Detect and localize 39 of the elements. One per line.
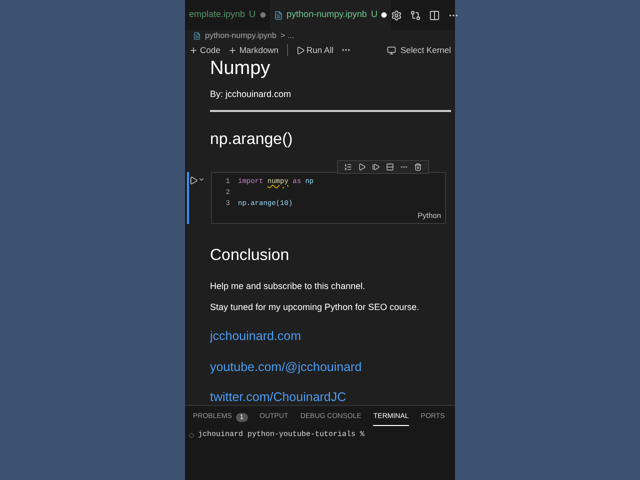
run-all-button[interactable]: Run All — [296, 44, 334, 56]
paragraph-text: Stay tuned for my upcoming Python for SEO course. — [210, 301, 420, 314]
delete-icon[interactable] — [414, 162, 422, 170]
tab-label: emplate.ipynb — [189, 8, 246, 22]
plus-icon — [189, 46, 198, 54]
link[interactable]: youtube.com/@jcchouinard — [210, 358, 451, 376]
play-icon — [296, 46, 305, 54]
compare-icon[interactable] — [410, 10, 422, 20]
split-cell-icon[interactable] — [386, 162, 394, 170]
chevron-icon[interactable] — [198, 176, 205, 182]
select-kernel-button[interactable]: Select Kernel — [387, 44, 451, 56]
breadcrumb-rest[interactable]: > ... — [280, 30, 294, 42]
tab-label: python-numpy.ipynb — [286, 8, 367, 22]
add-markdown-button[interactable]: Markdown — [228, 44, 279, 56]
add-code-button[interactable]: Code — [189, 44, 220, 56]
link[interactable]: twitter.com/ChouinardJC — [210, 388, 451, 405]
file-icon — [274, 10, 283, 20]
tab-status-label: U — [249, 8, 256, 22]
step-forward-icon[interactable] — [372, 162, 380, 170]
play-icon[interactable] — [358, 162, 366, 170]
prompt-status-icon — [189, 433, 194, 438]
monitor-icon — [387, 46, 396, 54]
notebook-title: Numpy — [210, 58, 272, 80]
unsaved-dot-icon — [381, 12, 388, 18]
unsaved-dot-icon — [260, 12, 266, 18]
run-cell-icon[interactable] — [189, 176, 198, 184]
tab-status-label: U — [370, 8, 378, 22]
settings-icon[interactable] — [391, 10, 402, 20]
section-heading: np.arange() — [210, 130, 294, 150]
paragraph-text: Help me and subscribe to this channel. — [210, 280, 366, 293]
plus-icon — [228, 46, 238, 54]
editor-tab[interactable]: python-numpy.ipynb U — [270, 0, 392, 30]
link[interactable]: jcchouinard.com — [210, 326, 451, 346]
breadcrumb-file[interactable]: python-numpy.ipynb — [205, 30, 276, 42]
byline-text: By: jcchouinard.com — [210, 88, 292, 101]
list-icon[interactable] — [344, 162, 352, 170]
section-heading: Conclusion — [210, 246, 290, 266]
split-editor-icon[interactable] — [429, 10, 440, 20]
file-icon — [193, 32, 201, 40]
